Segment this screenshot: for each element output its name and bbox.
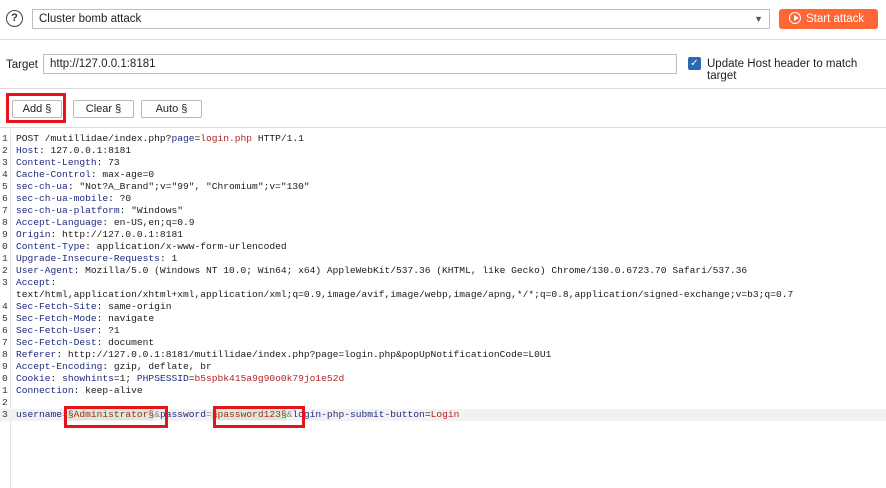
line-number: 2 [2, 397, 8, 408]
line-number: 1 [2, 385, 8, 396]
line-number: 4 [2, 169, 8, 180]
line-number: 2 [2, 145, 8, 156]
header-line: 5 Sec-Fetch-Mode: navigate [2, 313, 155, 324]
position-buttons: Add § Clear § Auto § [0, 88, 886, 128]
clear-markers-button[interactable]: Clear § [73, 100, 134, 118]
line-number: 4 [2, 301, 8, 312]
header-line: 0 Content-Type: application/x-www-form-ur… [2, 241, 287, 252]
header-line: 8 Referer: http://127.0.0.1:8181/mutillid… [2, 349, 552, 360]
line-number: 3 [2, 157, 8, 168]
target-input[interactable]: http://127.0.0.1:8181 [43, 54, 677, 74]
payload-marker-password: §password123§ [211, 409, 287, 420]
start-attack-button[interactable]: Start attack [779, 9, 878, 29]
line-number: 7 [2, 337, 8, 348]
line-number: 3 [2, 277, 8, 288]
header-line: 6 sec-ch-ua-mobile: ?0 [2, 193, 132, 204]
header-line: 7 sec-ch-ua-platform: "Windows" [2, 205, 183, 216]
line-number: 5 [2, 181, 8, 192]
header-line: 3 Accept: [2, 277, 57, 288]
header-line: 9 Accept-Encoding: gzip, deflate, br [2, 361, 212, 372]
header-line: 1 Upgrade-Insecure-Requests: 1 [2, 253, 178, 264]
line-number: 1 [2, 133, 8, 144]
chevron-down-icon: ▼ [754, 14, 763, 24]
line-number: 5 [2, 313, 8, 324]
payload-marker-username: §Administrator§ [67, 409, 155, 420]
line-number: 6 [2, 325, 8, 336]
header-line: 2 Host: 127.0.0.1:8181 [2, 145, 132, 156]
start-attack-label: Start attack [806, 13, 865, 25]
header-line: 7 Sec-Fetch-Dest: document [2, 337, 155, 348]
add-marker-button[interactable]: Add § [12, 100, 62, 118]
target-row: Target http://127.0.0.1:8181 ✓ Update Ho… [0, 40, 886, 88]
attack-toolbar: ? Cluster bomb attack ▼ Start attack [0, 0, 886, 40]
auto-markers-button[interactable]: Auto § [141, 100, 202, 118]
line-number: 0 [2, 373, 8, 384]
help-icon[interactable]: ? [6, 10, 23, 27]
blank-line: 2 [0, 397, 886, 409]
play-icon [789, 12, 801, 24]
line-number: 7 [2, 205, 8, 216]
header-line: 8 Accept-Language: en-US,en;q=0.9 [2, 217, 195, 228]
line-number: 6 [2, 193, 8, 204]
update-host-checkbox[interactable]: ✓ [688, 57, 701, 70]
line-number: 2 [2, 265, 8, 276]
attack-type-select[interactable]: Cluster bomb attack ▼ [32, 9, 770, 29]
line-number: 3 [2, 409, 8, 420]
header-line: 2 User-Agent: Mozilla/5.0 (Windows NT 10.… [2, 265, 748, 276]
line-number: 8 [2, 349, 8, 360]
header-line-wrap: text/html,application/xhtml+xml,applicat… [16, 289, 794, 300]
body-line: 3 username=§Administrator§&password=§pas… [0, 409, 886, 421]
header-line: 4 Sec-Fetch-Site: same-origin [2, 301, 172, 312]
request-line: 1 POST /mutillidae/index.php?page=login.… [2, 133, 304, 144]
line-number: 8 [2, 217, 8, 228]
line-number: 9 [2, 229, 8, 240]
cookie-line: 0 Cookie: showhints=1; PHPSESSID=b5spbk41… [2, 373, 345, 384]
line-number: 9 [2, 361, 8, 372]
attack-type-value: Cluster bomb attack [39, 13, 142, 25]
header-line: 4 Cache-Control: max-age=0 [2, 169, 155, 180]
header-line: 9 Origin: http://127.0.0.1:8181 [2, 229, 183, 240]
line-number: 0 [2, 241, 8, 252]
update-host-label: Update Host header to match target [707, 58, 858, 82]
line-number: 1 [2, 253, 8, 264]
header-line: 5 sec-ch-ua: "Not?A_Brand";v="99", "Chrom… [2, 181, 310, 192]
header-line: 1 Connection: keep-alive [2, 385, 143, 396]
header-line: 6 Sec-Fetch-User: ?1 [2, 325, 120, 336]
request-editor[interactable]: 1 POST /mutillidae/index.php?page=login.… [0, 129, 886, 488]
target-label: Target [6, 59, 38, 71]
header-line: 3 Content-Length: 73 [2, 157, 120, 168]
